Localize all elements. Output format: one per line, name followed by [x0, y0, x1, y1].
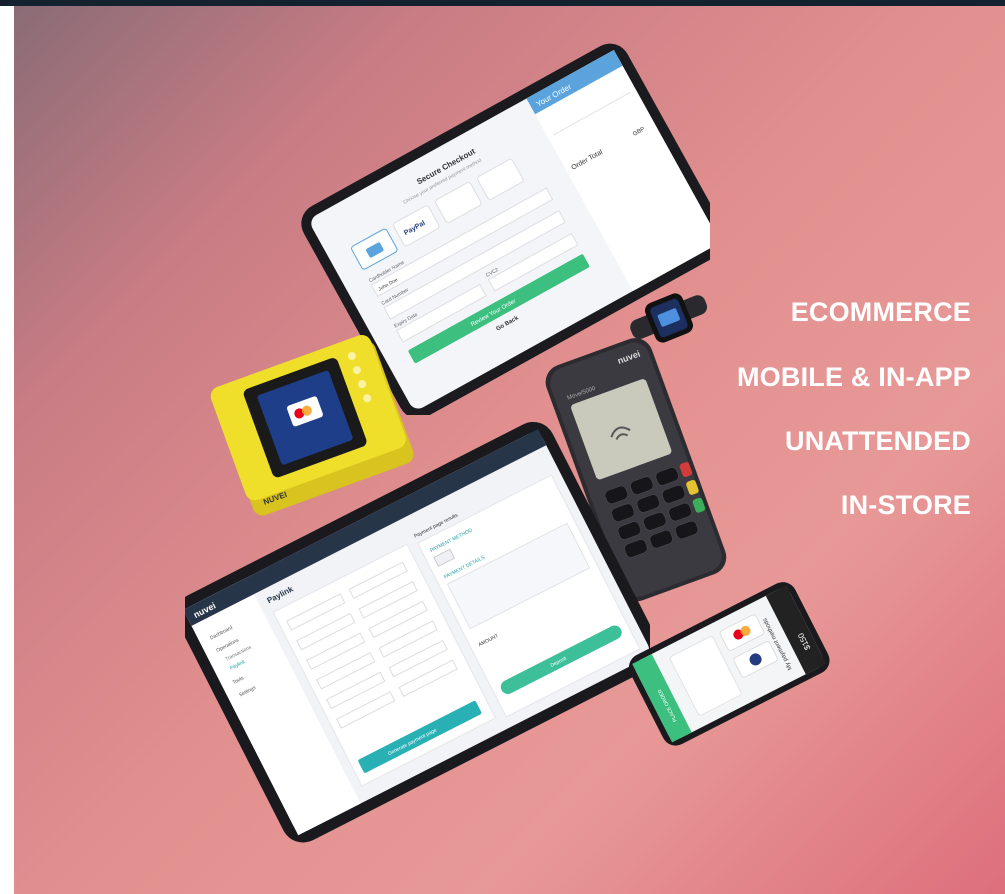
tagline-in-store: IN-STORE [840, 490, 971, 520]
marketing-banner: Your Order Order Total GBP Secure Checko… [0, 0, 1005, 894]
tagline-ecommerce: ECOMMERCE [790, 297, 971, 327]
tagline-mobile-in-app: MOBILE & IN-APP [736, 362, 971, 392]
paylink-tablet: nuvei Paylink Dashboard Operations Trans… [185, 421, 650, 843]
smartphone: PLACE ORDER $150 My payment methods [628, 582, 830, 746]
left-strip [0, 6, 14, 894]
tagline-unattended: UNATTENDED [785, 426, 971, 456]
